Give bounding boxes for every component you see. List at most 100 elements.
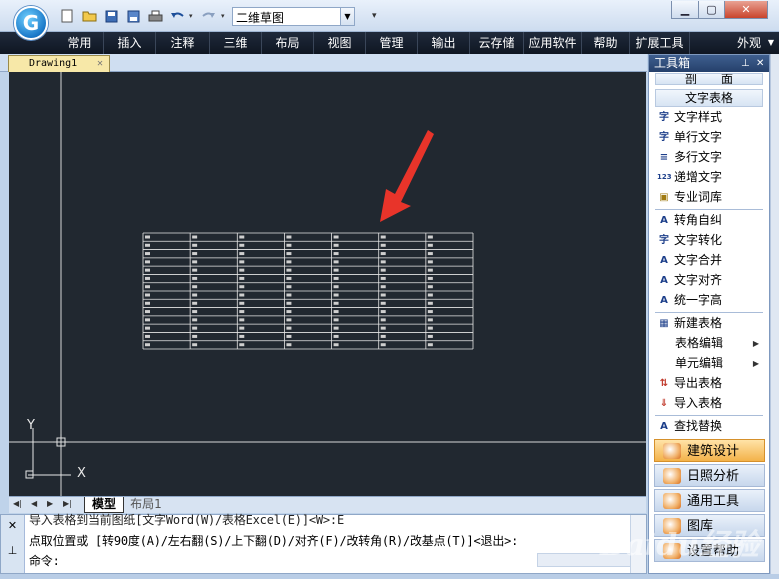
last-tab-icon[interactable]: ▶|	[63, 499, 72, 508]
multi-line-text-item[interactable]: ≡ 多行文字	[655, 148, 765, 167]
command-prompt[interactable]: 命令:	[29, 552, 60, 569]
table-cell-mark	[192, 343, 198, 347]
table-cell-mark	[145, 326, 150, 330]
item-label: 多行文字	[674, 150, 723, 164]
item-label: 文字转化	[674, 233, 723, 247]
close-icon[interactable]: ✕	[1, 519, 24, 532]
import-table-item[interactable]: ⇓ 导入表格	[655, 394, 765, 413]
table-cell-mark	[286, 260, 292, 264]
next-tab-icon[interactable]: ▶	[47, 499, 53, 508]
pin-icon[interactable]: ⊥	[741, 55, 750, 72]
table-cell-mark	[427, 243, 433, 247]
table-cell-mark	[286, 343, 292, 347]
table-cell-mark	[286, 334, 292, 338]
section-cut[interactable]: 剖 面	[655, 73, 763, 85]
command-scrollbar[interactable]	[630, 515, 646, 573]
open-folder-icon[interactable]	[80, 7, 98, 25]
tab-extension-tools[interactable]: 扩展工具	[630, 32, 690, 54]
library-button[interactable]: 图库	[654, 514, 765, 537]
table-cell-mark	[192, 252, 198, 256]
first-tab-icon[interactable]: ◀|	[13, 499, 22, 508]
table-cell-mark	[239, 260, 245, 264]
undo-dropdown-icon[interactable]: ▾	[189, 12, 196, 20]
text-convert-item[interactable]: 字文字转化	[655, 231, 765, 250]
tab-view[interactable]: 视图	[314, 32, 366, 54]
appearance-menu[interactable]: 外观	[737, 32, 761, 54]
save-as-icon[interactable]	[124, 7, 142, 25]
restore-icon: ▢	[706, 3, 717, 16]
table-cell-mark	[145, 260, 150, 264]
table-edit-item[interactable]: 表格编辑 ▶	[655, 334, 765, 353]
tab-3d[interactable]: 三维	[210, 32, 262, 54]
chevron-down-icon[interactable]: ▼	[340, 8, 354, 25]
table-cell-mark	[380, 310, 386, 314]
table-cell-mark	[192, 326, 198, 330]
text-style-item[interactable]: 字文字样式	[655, 108, 765, 127]
export-table-item[interactable]: ⇅ 导出表格	[655, 374, 765, 393]
minimize-button[interactable]: ▁	[671, 1, 699, 19]
panel-scrollbar[interactable]	[770, 54, 779, 574]
table-cell-mark	[380, 326, 386, 330]
button-label: 建筑设计	[687, 444, 740, 459]
tab-layout[interactable]: 布局	[262, 32, 314, 54]
table-cell-mark	[427, 252, 433, 256]
close-icon[interactable]: ✕	[97, 56, 103, 71]
rotate-fix-item[interactable]: A 转角自纠	[655, 211, 765, 230]
text-align-icon: A	[660, 275, 668, 286]
section-text-table[interactable]: 文字表格	[655, 89, 763, 107]
tab-insert[interactable]: 插入	[104, 32, 156, 54]
tab-common[interactable]: 常用	[56, 32, 104, 54]
tab-annotate[interactable]: 注释	[156, 32, 210, 54]
table-cell-mark	[145, 252, 150, 256]
redo-dropdown-icon[interactable]: ▾	[221, 12, 228, 20]
maximize-button[interactable]: ▢	[698, 1, 725, 19]
table-cell-mark	[192, 310, 198, 314]
increment-text-item[interactable]: 123 递增文字	[655, 168, 765, 187]
workspace-select[interactable]: 二维草图 ▼	[232, 7, 355, 26]
prev-tab-icon[interactable]: ◀	[31, 499, 37, 508]
cell-edit-item[interactable]: 单元编辑 ▶	[655, 354, 765, 373]
toolbox-title: 工具箱	[654, 56, 691, 70]
table-cell-mark	[239, 318, 245, 322]
table-cell-mark	[380, 235, 386, 239]
tools-icon	[663, 493, 681, 509]
text-align-item[interactable]: A 文字对齐	[655, 271, 765, 290]
single-line-text-item[interactable]: 字单行文字	[655, 128, 765, 147]
app-logo[interactable]: G	[14, 6, 48, 40]
save-icon[interactable]	[102, 7, 120, 25]
horizontal-scrollbar[interactable]	[537, 553, 631, 567]
close-icon[interactable]: ✕	[756, 55, 764, 72]
chevron-right-icon: ▶	[752, 339, 759, 348]
pin-icon[interactable]: ⊥	[1, 544, 24, 557]
text-height-item[interactable]: A 统一字高	[655, 291, 765, 310]
find-replace-item[interactable]: A 查找替换	[655, 417, 765, 436]
text-merge-item[interactable]: A 文字合并	[655, 251, 765, 270]
table-cell-mark	[192, 293, 198, 297]
dictionary-item[interactable]: ▣ 专业词库	[655, 188, 765, 207]
undo-icon[interactable]	[168, 7, 186, 25]
tab-cloud-storage[interactable]: 云存储	[470, 32, 524, 54]
print-icon[interactable]	[146, 7, 164, 25]
table-cell-mark	[333, 285, 339, 289]
tab-manage[interactable]: 管理	[366, 32, 418, 54]
new-file-icon[interactable]	[58, 7, 76, 25]
imported-table[interactable]	[142, 232, 474, 350]
table-cell-mark	[192, 235, 198, 239]
customize-toolbar-icon[interactable]: ▾	[372, 11, 377, 21]
chevron-down-icon[interactable]: ▼	[768, 32, 774, 54]
general-tools-button[interactable]: 通用工具	[654, 489, 765, 512]
close-button[interactable]: ✕	[724, 1, 768, 19]
drawing-canvas[interactable]: Y X	[9, 72, 646, 496]
sunlight-analysis-button[interactable]: 日照分析	[654, 464, 765, 487]
redo-icon[interactable]	[199, 7, 217, 25]
architecture-design-button[interactable]: 建筑设计	[654, 439, 765, 462]
table-cell-mark	[286, 276, 292, 280]
document-tab[interactable]: Drawing1 ✕	[8, 55, 110, 72]
tab-output[interactable]: 输出	[418, 32, 470, 54]
settings-help-button[interactable]: 设置帮助	[654, 539, 765, 562]
table-cell-mark	[239, 293, 245, 297]
tab-applications[interactable]: 应用软件	[524, 32, 582, 54]
new-table-item[interactable]: ▦ 新建表格	[655, 314, 765, 333]
button-label: 图库	[687, 519, 714, 534]
tab-help[interactable]: 帮助	[582, 32, 630, 54]
